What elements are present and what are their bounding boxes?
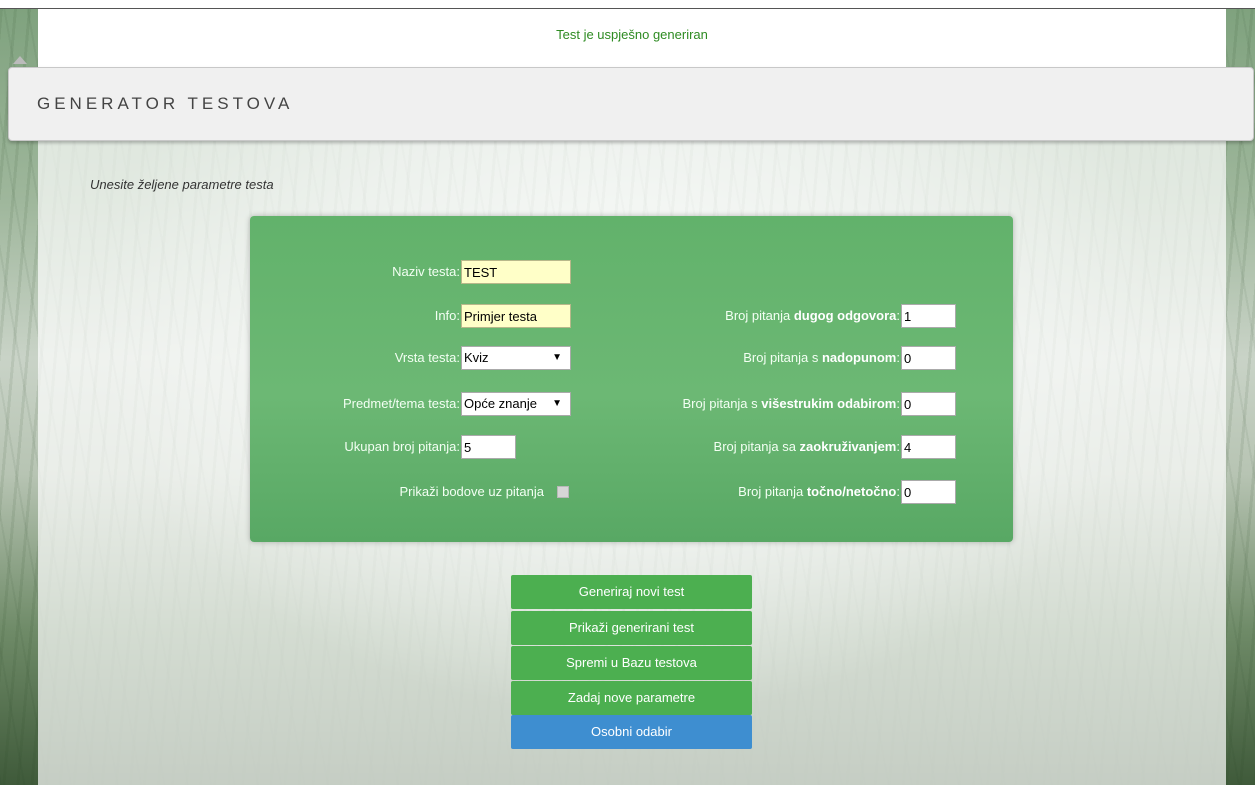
ukupan-input[interactable] [461,435,516,459]
page-title: GENERATOR TESTOVA [37,94,294,113]
zaokruzivanje-label: Broj pitanja sa zaokruživanjem: [713,439,900,454]
vrsta-select-value: Kviz [464,350,489,365]
row-dugog: Broj pitanja dugog odgovora: [600,304,900,326]
row-tocno: Broj pitanja točno/netočno: [600,480,900,502]
collapse-arrow-icon[interactable] [13,56,27,64]
ukupan-label: Ukupan broj pitanja: [344,439,460,454]
parameters-panel: Naziv testa: Info: Vrsta testa: Kviz ▼ P… [250,216,1013,542]
bodovi-checkbox[interactable] [557,486,569,498]
predmet-select-value: Opće znanje [464,396,537,411]
info-label: Info: [434,308,460,323]
row-visestruki: Broj pitanja s višestrukim odabirom: [600,392,901,414]
page-header: GENERATOR TESTOVA [8,56,1254,141]
new-parameters-button[interactable]: Zadaj nove parametre [511,681,752,715]
row-zaokruzivanje: Broj pitanja sa zaokruživanjem: [600,435,900,457]
predmet-select[interactable]: Opće znanje ▼ [461,392,571,416]
row-predmet: Predmet/tema testa: [250,392,460,414]
visestruki-label: Broj pitanja s višestrukim odabirom: [682,396,901,411]
row-ukupan: Ukupan broj pitanja: [250,435,460,457]
row-bodovi: Prikaži bodove uz pitanja [250,480,544,502]
row-naziv: Naziv testa: [250,260,460,282]
dropdown-arrow-icon: ▼ [551,393,562,415]
form-instruction: Unesite željene parametre testa [90,177,274,192]
bodovi-label: Prikaži bodove uz pitanja [399,484,544,499]
row-nadopuna: Broj pitanja s nadopunom: [600,346,900,368]
naziv-label: Naziv testa: [392,264,460,279]
info-input[interactable] [461,304,571,328]
dropdown-arrow-icon: ▼ [552,352,562,363]
predmet-label: Predmet/tema testa: [342,396,460,411]
naziv-input[interactable] [461,260,571,284]
show-test-button[interactable]: Prikaži generirani test [511,611,752,645]
nadopuna-label: Broj pitanja s nadopunom: [743,350,900,365]
dugog-label: Broj pitanja dugog odgovora: [725,308,900,323]
save-to-database-button[interactable]: Spremi u Bazu testova [511,646,752,680]
generate-test-button[interactable]: Generiraj novi test [511,575,752,609]
vrsta-select[interactable]: Kviz ▼ [461,346,571,370]
zaokruzivanje-input[interactable] [901,435,956,459]
tocno-input[interactable] [901,480,956,504]
dugog-input[interactable] [901,304,956,328]
nadopuna-input[interactable] [901,346,956,370]
success-notice: Test je uspješno generiran [38,9,1226,67]
visestruki-input[interactable] [901,392,956,416]
success-notice-text: Test je uspješno generiran [556,27,708,42]
tocno-label: Broj pitanja točno/netočno: [738,484,900,499]
row-info: Info: [250,304,460,326]
row-vrsta: Vrsta testa: [250,346,460,368]
personal-selection-button[interactable]: Osobni odabir [511,715,752,749]
vrsta-label: Vrsta testa: [394,350,460,365]
